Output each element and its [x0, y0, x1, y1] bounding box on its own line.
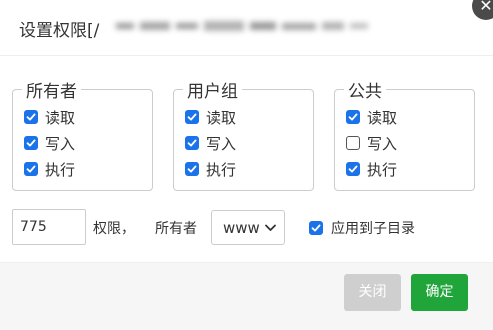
dialog-footer: 关闭 确定	[0, 262, 493, 330]
owner-read-option[interactable]: 读取	[24, 104, 152, 130]
permission-dialog: 设置权限[/ ✕ 所有者 读取 写入 执行 用户组 读取 写入 执行 公共 读取…	[0, 0, 493, 330]
checkbox-label: 写入	[206, 134, 237, 153]
redacted-path	[116, 21, 368, 31]
owner-write-option[interactable]: 写入	[24, 130, 152, 156]
group-permissions-group: 用户组 读取 写入 执行	[173, 77, 314, 191]
checkbox-label: 执行	[367, 160, 398, 179]
group-title-owner: 所有者	[26, 82, 77, 102]
dialog-title: 设置权限[/	[19, 21, 100, 41]
confirm-button[interactable]: 确定	[411, 274, 468, 311]
checkbox-label: 执行	[45, 160, 76, 179]
public-read-checkbox[interactable]	[346, 110, 360, 124]
public-permissions-group: 公共 读取 写入 执行	[334, 77, 475, 191]
public-execute-checkbox[interactable]	[346, 162, 360, 176]
checkbox-label: 读取	[206, 108, 237, 127]
check-icon	[26, 165, 36, 173]
owner-execute-option[interactable]: 执行	[24, 156, 152, 182]
public-write-checkbox[interactable]	[346, 136, 360, 150]
group-write-checkbox[interactable]	[185, 136, 199, 150]
group-read-checkbox[interactable]	[185, 110, 199, 124]
owner-select[interactable]: www	[211, 210, 285, 245]
dialog-header: 设置权限[/ ✕	[0, 0, 493, 56]
group-title-usergroup: 用户组	[187, 82, 238, 102]
owner-label: 所有者	[155, 221, 197, 237]
group-execute-checkbox[interactable]	[185, 162, 199, 176]
check-icon	[187, 139, 197, 147]
owner-selected-value: www	[223, 219, 260, 237]
checkbox-label: 读取	[45, 108, 76, 127]
apply-to-subdirs-option[interactable]: 应用到子目录	[309, 218, 415, 238]
check-icon	[187, 113, 197, 121]
checkbox-label: 写入	[367, 134, 398, 153]
apply-to-subdirs-label: 应用到子目录	[331, 221, 415, 237]
owner-execute-checkbox[interactable]	[24, 162, 38, 176]
checkbox-label: 读取	[367, 108, 398, 127]
permission-label: 权限，	[93, 221, 135, 237]
group-title-public: 公共	[348, 82, 382, 102]
public-write-option[interactable]: 写入	[346, 130, 474, 156]
permission-value-input[interactable]	[12, 209, 86, 245]
check-icon	[26, 113, 36, 121]
check-icon	[26, 139, 36, 147]
checkbox-label: 写入	[45, 134, 76, 153]
check-icon	[348, 165, 358, 173]
check-icon	[348, 113, 358, 121]
group-write-option[interactable]: 写入	[185, 130, 313, 156]
check-icon	[187, 165, 197, 173]
owner-read-checkbox[interactable]	[24, 110, 38, 124]
owner-write-checkbox[interactable]	[24, 136, 38, 150]
chevron-down-icon	[265, 224, 276, 231]
close-icon[interactable]: ✕	[472, 0, 493, 20]
close-button[interactable]: 关闭	[344, 274, 401, 311]
permission-settings-row: 权限， 所有者 www 应用到子目录	[12, 209, 482, 246]
owner-permissions-group: 所有者 读取 写入 执行	[12, 77, 153, 191]
public-execute-option[interactable]: 执行	[346, 156, 474, 182]
public-read-option[interactable]: 读取	[346, 104, 474, 130]
group-read-option[interactable]: 读取	[185, 104, 313, 130]
checkbox-label: 执行	[206, 160, 237, 179]
group-execute-option[interactable]: 执行	[185, 156, 313, 182]
apply-to-subdirs-checkbox[interactable]	[309, 221, 323, 235]
check-icon	[311, 224, 321, 232]
